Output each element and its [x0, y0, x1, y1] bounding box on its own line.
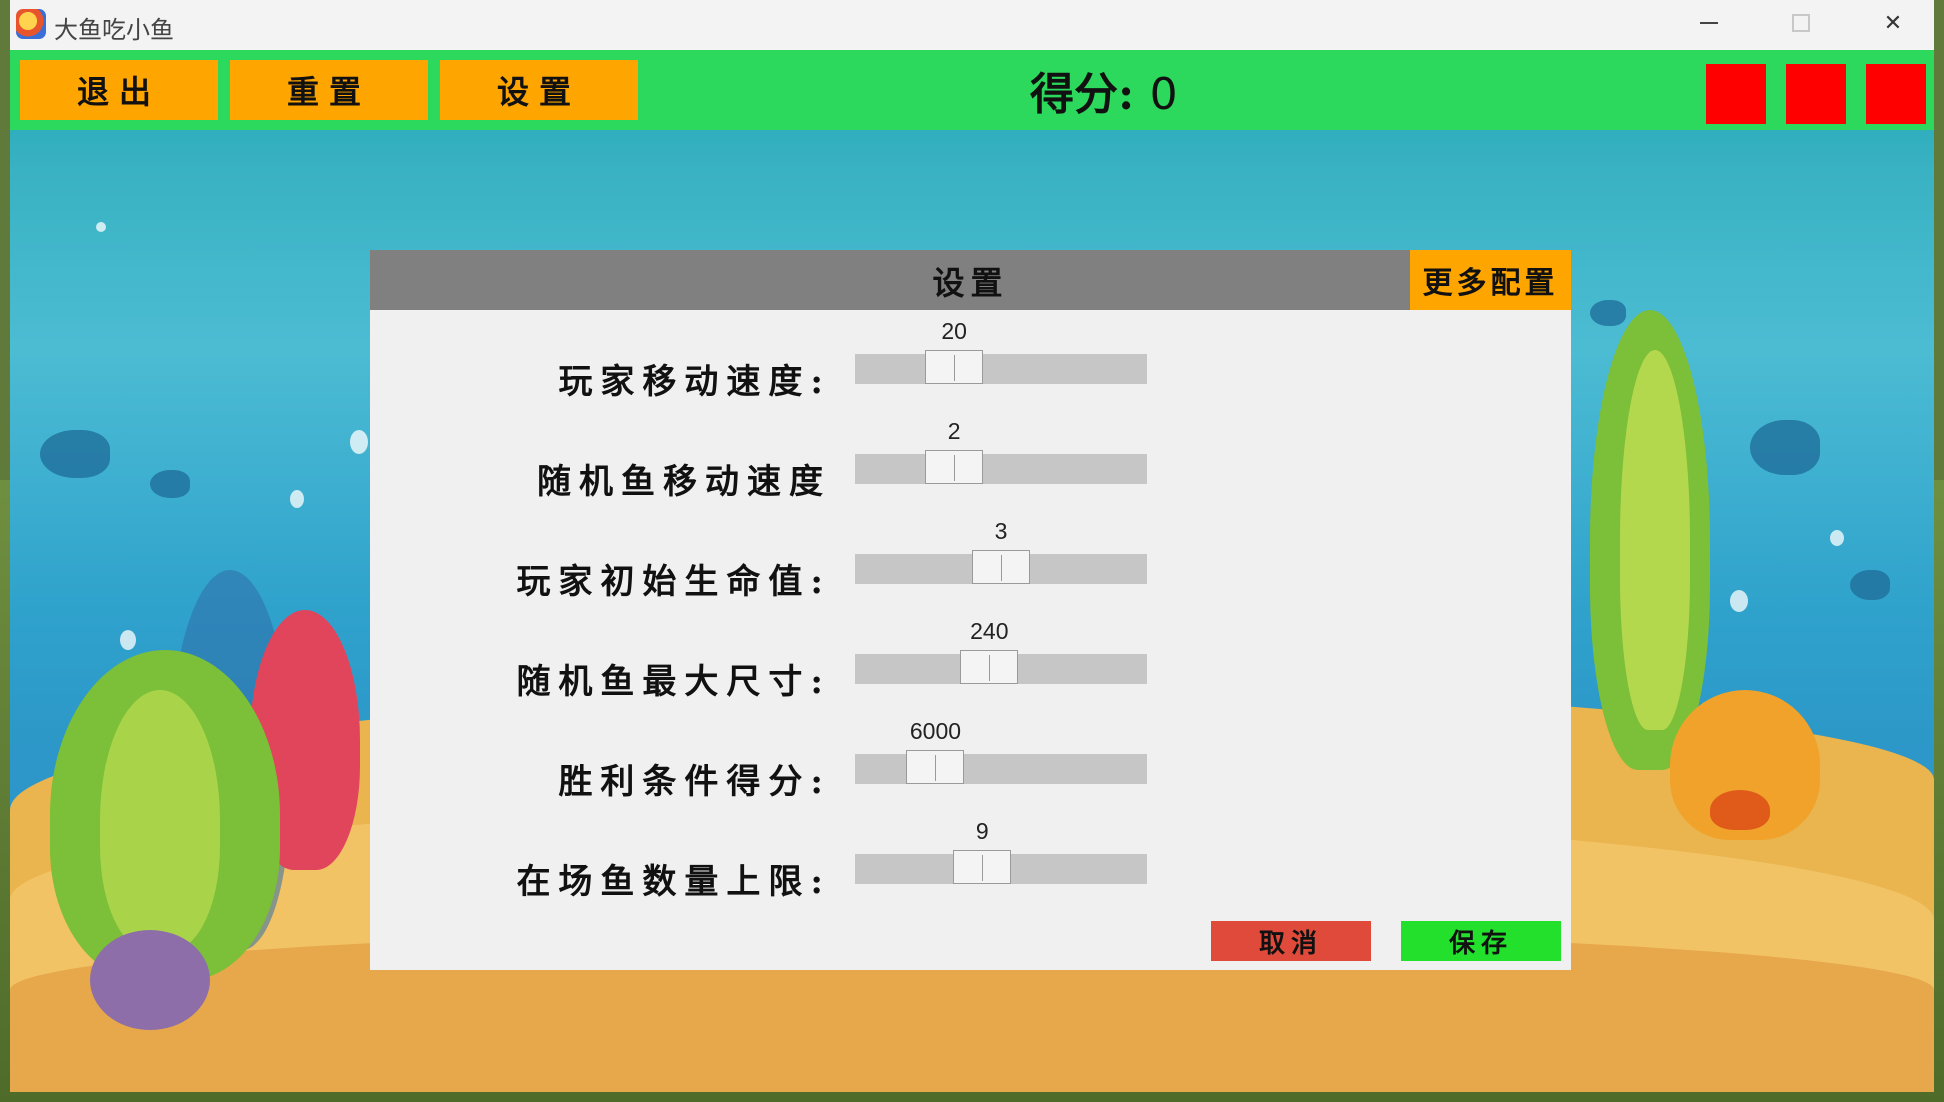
setting-label: 玩家移动速度: [558, 362, 831, 402]
setting-slider[interactable]: 9 [855, 818, 1147, 884]
score-display: 得分: 0 [1030, 58, 1178, 122]
settings-button[interactable]: 设置 [440, 60, 638, 120]
fish-silhouette [1750, 420, 1820, 475]
exit-button[interactable]: 退出 [20, 60, 218, 120]
setting-row: 玩家初始生命值: 3 [370, 518, 1571, 630]
game-window: 大鱼吃小鱼 ✕ 退出 重置 设置 得分: 0 设置 更多配置 玩家移动速度: 2… [10, 0, 1934, 1092]
seaweed [1620, 350, 1690, 730]
slider-value: 3 [994, 518, 1008, 544]
game-toolbar: 退出 重置 设置 得分: 0 [10, 50, 1934, 130]
slider-value: 240 [970, 618, 1009, 644]
bubble [290, 490, 304, 508]
coral-base [1710, 790, 1770, 830]
close-icon: ✕ [1883, 10, 1903, 36]
setting-row: 在场鱼数量上限: 9 [370, 818, 1571, 930]
life-indicator [1706, 64, 1766, 124]
cancel-button[interactable]: 取消 [1211, 921, 1371, 961]
fish-silhouette [150, 470, 190, 498]
dialog-header: 设置 更多配置 [370, 250, 1571, 310]
fish-silhouette [1850, 570, 1890, 600]
slider-thumb[interactable] [960, 650, 1019, 684]
setting-label: 胜利条件得分: [558, 762, 831, 802]
bubble [350, 430, 368, 454]
setting-row: 随机鱼最大尺寸: 240 [370, 618, 1571, 730]
setting-slider[interactable]: 20 [855, 318, 1147, 384]
bubble [120, 630, 136, 650]
slider-value: 2 [947, 418, 961, 444]
bubble [1830, 530, 1844, 546]
score-label: 得分: [1030, 69, 1135, 120]
setting-slider[interactable]: 240 [855, 618, 1147, 684]
game-scene: 退出 重置 设置 得分: 0 设置 更多配置 玩家移动速度: 20 随机鱼移动速度 2… [10, 50, 1934, 1092]
slider-thumb[interactable] [925, 350, 984, 384]
setting-slider[interactable]: 3 [855, 518, 1147, 584]
slider-value: 20 [941, 318, 967, 344]
dialog-title: 设置 [932, 264, 1009, 302]
rock [90, 930, 210, 1030]
maximize-icon [1792, 14, 1810, 32]
slider-value: 6000 [909, 718, 962, 744]
fish-silhouette [1590, 300, 1626, 326]
score-value: 0 [1149, 69, 1178, 120]
settings-dialog: 设置 更多配置 玩家移动速度: 20 随机鱼移动速度 2 玩家初始生命值: 3 随机鱼最大尺… [370, 250, 1571, 970]
close-button[interactable]: ✕ [1848, 0, 1934, 46]
setting-row: 玩家移动速度: 20 [370, 318, 1571, 430]
setting-slider[interactable]: 2 [855, 418, 1147, 484]
life-indicator [1866, 64, 1926, 124]
setting-label: 玩家初始生命值: [516, 562, 831, 602]
save-button[interactable]: 保存 [1401, 921, 1561, 961]
setting-label: 随机鱼最大尺寸: [516, 662, 831, 702]
setting-row: 随机鱼移动速度 2 [370, 418, 1571, 530]
fish-silhouette [40, 430, 110, 478]
slider-thumb[interactable] [972, 550, 1030, 584]
slider-value: 9 [975, 818, 989, 844]
reset-button[interactable]: 重置 [230, 60, 428, 120]
maximize-button[interactable] [1756, 0, 1846, 46]
app-fish-icon [16, 9, 46, 39]
slider-thumb[interactable] [906, 750, 965, 784]
life-indicator [1786, 64, 1846, 124]
setting-slider[interactable]: 6000 [855, 718, 1147, 784]
minimize-button[interactable] [1664, 0, 1754, 46]
title-bar: 大鱼吃小鱼 ✕ [10, 0, 1934, 50]
setting-label: 随机鱼移动速度 [537, 462, 831, 502]
setting-label: 在场鱼数量上限: [516, 862, 831, 902]
minimize-icon [1700, 22, 1718, 24]
slider-thumb[interactable] [953, 850, 1012, 884]
window-title: 大鱼吃小鱼 [54, 16, 174, 44]
bubble [96, 222, 106, 232]
seaweed [100, 690, 220, 950]
setting-row: 胜利条件得分: 6000 [370, 718, 1571, 830]
bubble [1730, 590, 1748, 612]
slider-thumb[interactable] [925, 450, 984, 484]
more-config-button[interactable]: 更多配置 [1410, 250, 1571, 310]
